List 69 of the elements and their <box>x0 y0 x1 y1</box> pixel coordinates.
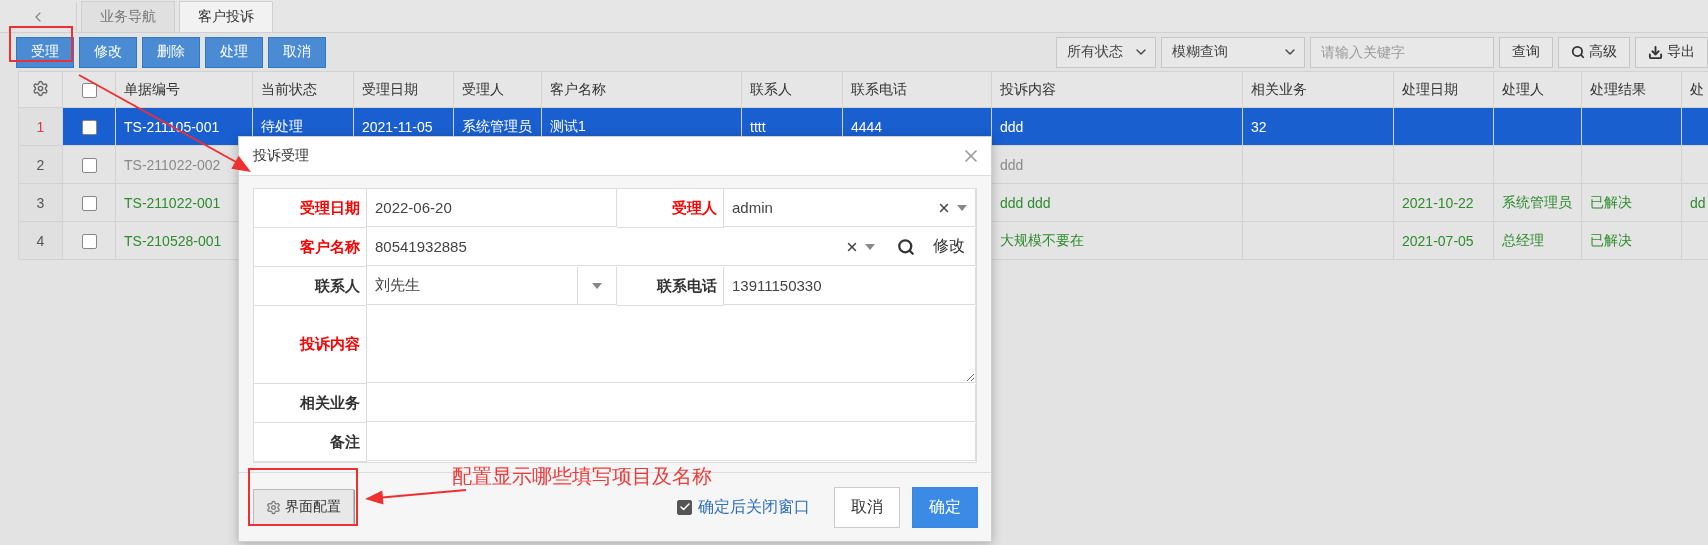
checkbox[interactable] <box>677 499 692 515</box>
action-button[interactable]: 删除 <box>142 36 200 68</box>
table-cell: 总经理 <box>1493 221 1582 260</box>
caret-icon <box>865 243 875 250</box>
select-field[interactable]: 80541932885 <box>367 228 883 265</box>
dialog-button[interactable]: 取消 <box>834 486 900 528</box>
dialog-button[interactable]: 确定 <box>912 486 978 528</box>
column-header[interactable]: 相关业务 <box>1242 71 1394 108</box>
column-header[interactable]: 处理日期 <box>1393 71 1494 108</box>
search-icon[interactable] <box>897 237 915 256</box>
toolbar-button[interactable]: 高级 <box>1558 36 1630 68</box>
mode-select[interactable]: 模糊查询 <box>1161 36 1305 68</box>
table-cell: 已解决 <box>1581 183 1682 222</box>
checkbox-label[interactable]: 确定后关闭窗口 <box>698 496 810 518</box>
column-header[interactable]: 处理结果 <box>1581 71 1682 108</box>
status-select[interactable]: 所有状态 <box>1056 36 1156 68</box>
settings-icon[interactable] <box>32 79 49 97</box>
toolbar-button[interactable]: 导出 <box>1635 36 1708 68</box>
select-field[interactable]: admin <box>724 189 975 226</box>
action-button[interactable]: 处理 <box>205 36 263 68</box>
tab[interactable]: 客户投诉 <box>179 1 273 32</box>
checkbox[interactable] <box>81 233 97 249</box>
column-header[interactable]: 受理人 <box>453 71 542 108</box>
column-header[interactable]: 投诉内容 <box>991 71 1243 108</box>
row-number: 3 <box>18 183 63 222</box>
download-icon <box>1648 44 1663 60</box>
tab[interactable]: 业务导航 <box>81 1 175 32</box>
column-header[interactable]: 受理日期 <box>353 71 454 108</box>
field-label: 客户名称 <box>254 228 367 267</box>
row-number: 4 <box>18 221 63 260</box>
action-button[interactable]: 受理 <box>16 36 74 68</box>
column-header[interactable]: 处 <box>1681 71 1708 108</box>
table-cell: 32 <box>1242 107 1394 146</box>
search-icon <box>1571 45 1585 59</box>
field-label: 备注 <box>254 423 367 462</box>
checkbox[interactable] <box>81 157 97 173</box>
row-number: 2 <box>18 145 63 184</box>
field-label: 联系人 <box>254 267 367 306</box>
caret-icon <box>592 282 602 289</box>
config-button[interactable]: 界面配置 <box>253 489 354 525</box>
column-header[interactable]: 处理人 <box>1493 71 1582 108</box>
table-cell: 2021-07-05 <box>1393 221 1494 260</box>
column-header[interactable]: 当前状态 <box>252 71 354 108</box>
checkbox[interactable] <box>81 195 97 211</box>
toolbar-button[interactable]: 查询 <box>1499 36 1553 68</box>
column-header[interactable]: 联系电话 <box>842 71 992 108</box>
action-button[interactable]: 取消 <box>268 36 326 68</box>
input-field[interactable]: 13911150330 <box>724 267 975 304</box>
caret-icon <box>957 204 967 211</box>
input-field[interactable]: 刘先生 <box>367 267 577 304</box>
field-label: 受理日期 <box>254 189 367 228</box>
field-label: 相关业务 <box>254 384 367 423</box>
row-number: 1 <box>18 107 63 146</box>
annotation-text: 配置显示哪些填写项目及名称 <box>452 464 712 489</box>
table-cell: ddd <box>991 107 1243 146</box>
column-header[interactable]: 联系人 <box>741 71 843 108</box>
input-field[interactable]: 2022-06-20 <box>367 189 616 226</box>
field-label: 受理人 <box>617 189 724 228</box>
checkbox[interactable] <box>81 82 97 98</box>
table-cell: 系统管理员 <box>1493 183 1582 222</box>
search-field[interactable]: 请输入关键字 <box>1310 36 1494 68</box>
column-header[interactable]: 客户名称 <box>541 71 742 108</box>
gear-icon <box>266 499 281 515</box>
action-button[interactable]: 修改 <box>79 36 137 68</box>
dialog-title: 投诉受理 <box>253 147 309 165</box>
highlight-frame <box>9 26 73 62</box>
checkbox[interactable] <box>81 119 97 135</box>
table-cell: 2021-10-22 <box>1393 183 1494 222</box>
table-cell: 已解决 <box>1581 221 1682 260</box>
